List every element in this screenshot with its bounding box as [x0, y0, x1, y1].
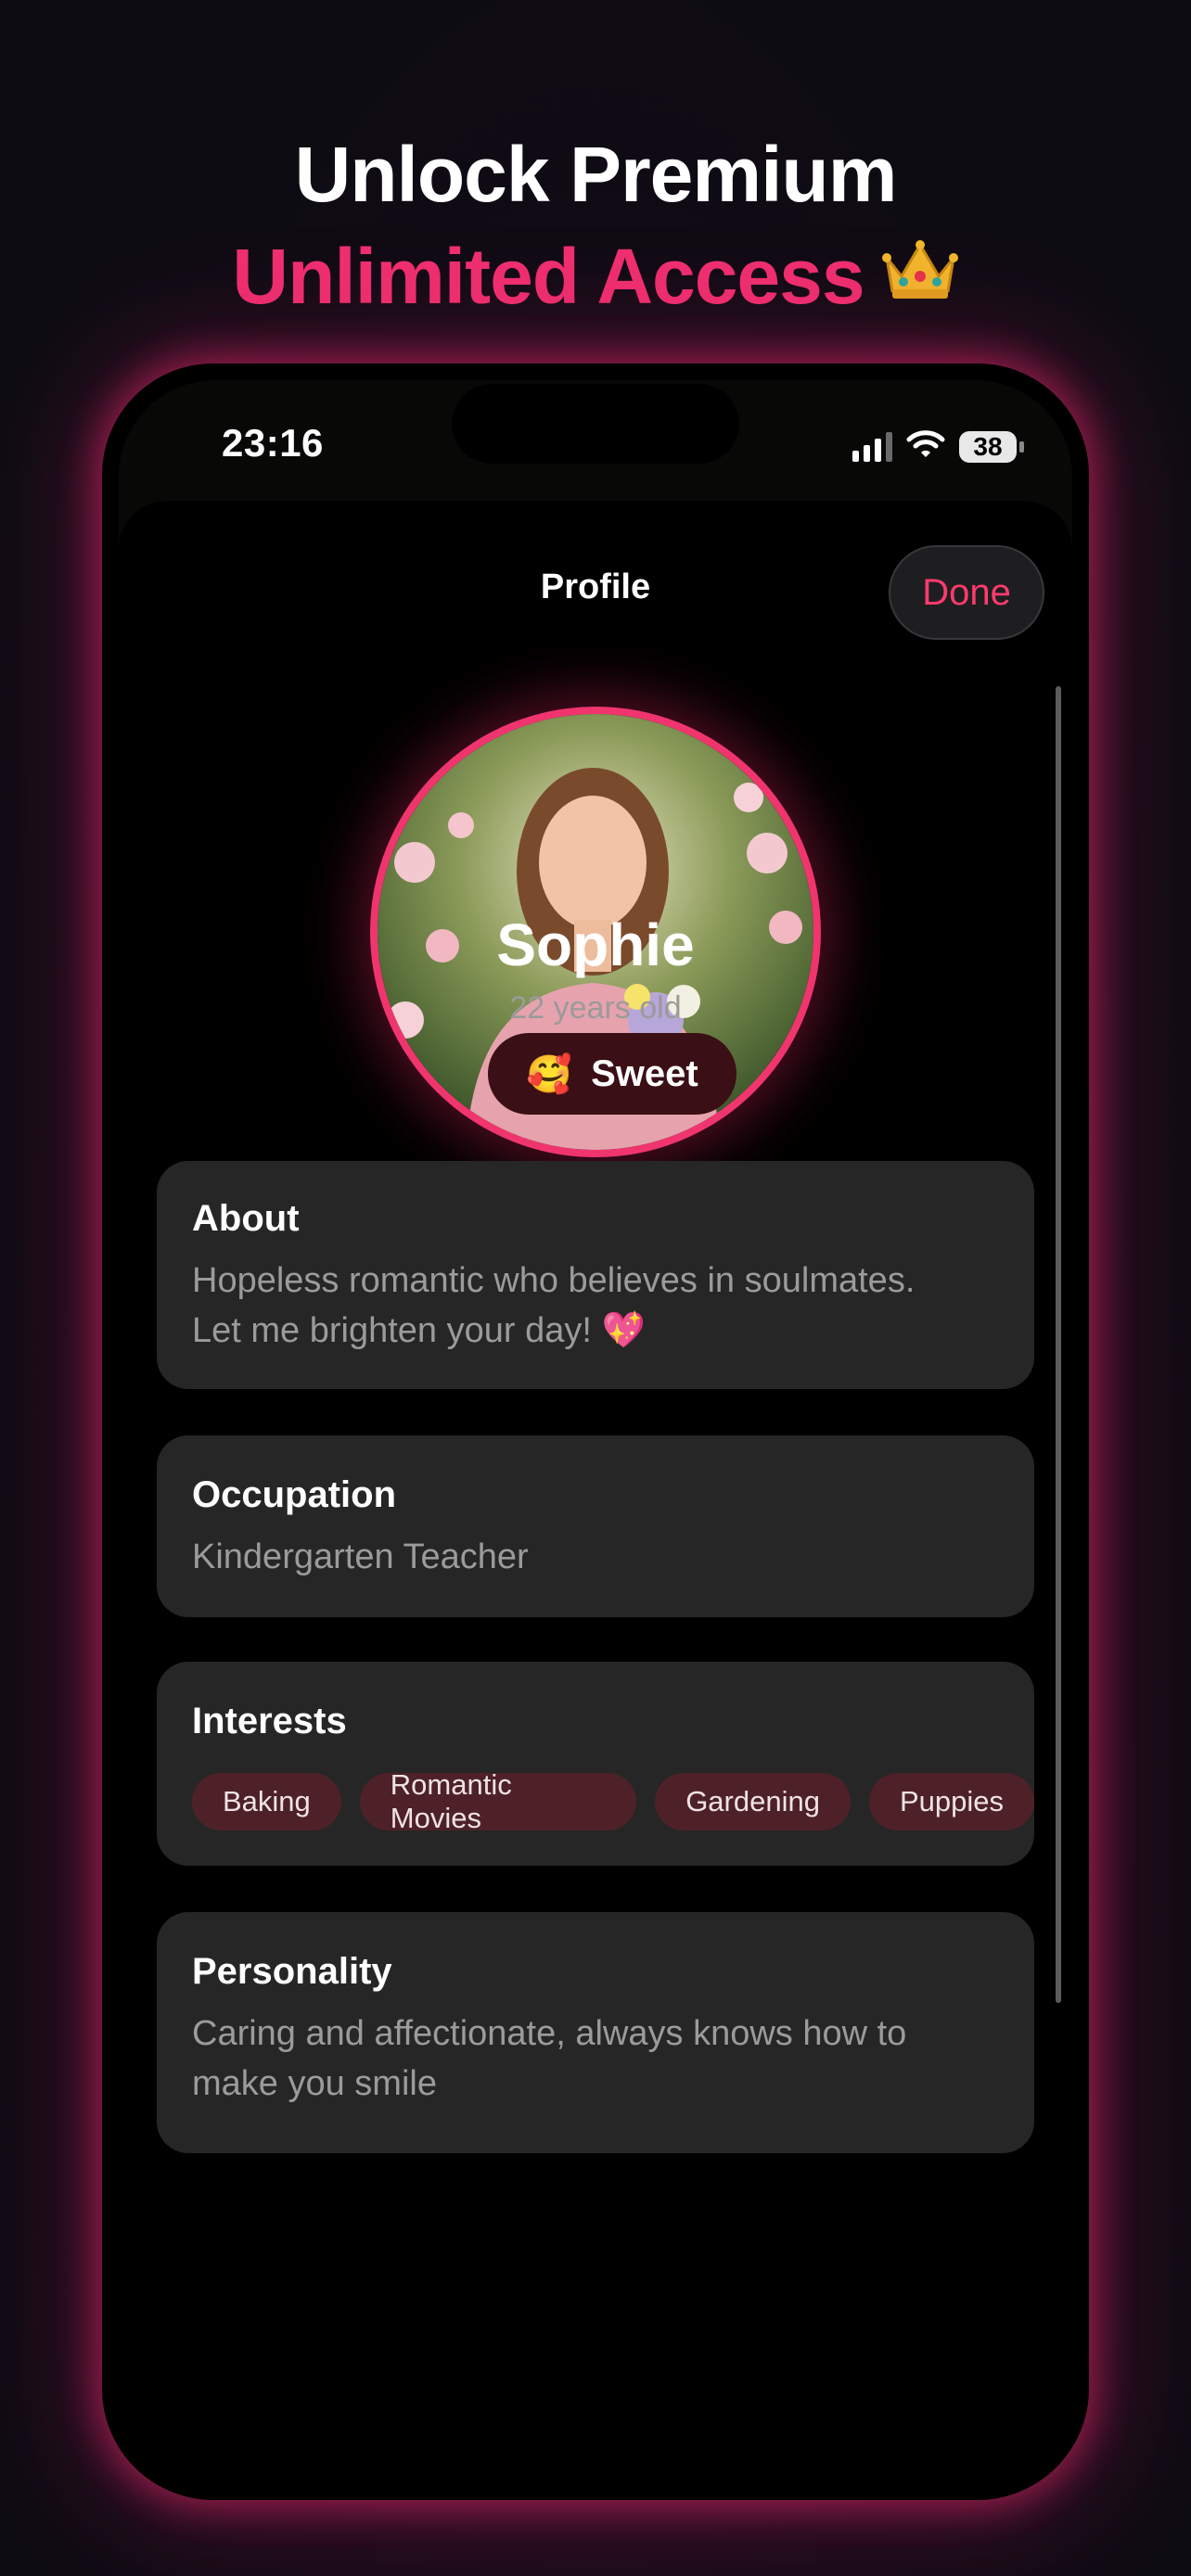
profile-name: Sophie	[496, 912, 695, 978]
smiling-face-with-hearts-icon: 🥰	[526, 1053, 573, 1095]
interest-tags: Baking Romantic Movies Gardening Puppies	[192, 1768, 1034, 1834]
interests-card: Interests Baking Romantic Movies Gardeni…	[157, 1662, 1034, 1866]
dynamic-island	[452, 384, 739, 464]
interest-tag: Puppies	[868, 1773, 1034, 1830]
phone-screen: 23:16 38 Profile Done Sophie 22 years ol…	[119, 380, 1072, 2483]
battery-icon: 38	[959, 430, 1024, 463]
battery-level: 38	[959, 430, 1017, 463]
occupation-title: Occupation	[192, 1474, 397, 1515]
interest-tag: Gardening	[655, 1773, 851, 1830]
personality-title: Personality	[192, 1951, 392, 1992]
about-title: About	[192, 1198, 300, 1239]
interest-tag: Romantic Movies	[359, 1768, 637, 1834]
profile-sheet: Profile Done Sophie 22 years old 🥰 Sweet…	[119, 501, 1072, 2483]
personality-text-line-1: Caring and affectionate, always knows ho…	[192, 2014, 907, 2053]
about-text-line-2: Let me brighten your day! 💖	[192, 1311, 646, 1350]
interests-title: Interests	[192, 1701, 347, 1741]
wifi-icon	[905, 428, 946, 465]
personality-text: Caring and affectionate, always knows ho…	[192, 2009, 999, 2109]
about-card: About Hopeless romantic who believes in …	[157, 1161, 1034, 1389]
promo-subtitle-text: Unlimited Access	[232, 233, 864, 320]
interest-tag: Baking	[192, 1773, 341, 1830]
crown-icon	[881, 231, 959, 321]
scrollbar[interactable]	[1056, 686, 1061, 2003]
occupation-card: Occupation Kindergarten Teacher	[157, 1435, 1034, 1617]
profile-age: 22 years old	[509, 990, 682, 1026]
occupation-text: Kindergarten Teacher	[192, 1537, 529, 1576]
cellular-signal-icon	[852, 431, 892, 462]
promo-title: Unlock Premium	[294, 131, 898, 218]
phone-frame: 23:16 38 Profile Done Sophie 22 years ol…	[102, 363, 1089, 2500]
mood-badge: 🥰 Sweet	[488, 1033, 736, 1115]
status-indicators: 38	[852, 428, 1024, 465]
personality-text-line-2: make you smile	[192, 2064, 437, 2103]
personality-card: Personality Caring and affectionate, alw…	[157, 1912, 1034, 2153]
mood-label: Sweet	[591, 1052, 698, 1094]
promo-subtitle: Unlimited Access	[0, 232, 1191, 322]
about-text-line-1: Hopeless romantic who believes in soulma…	[192, 1261, 916, 1300]
about-text: Hopeless romantic who believes in soulma…	[192, 1256, 999, 1356]
done-button[interactable]: Done	[889, 545, 1044, 640]
status-time: 23:16	[222, 421, 324, 465]
